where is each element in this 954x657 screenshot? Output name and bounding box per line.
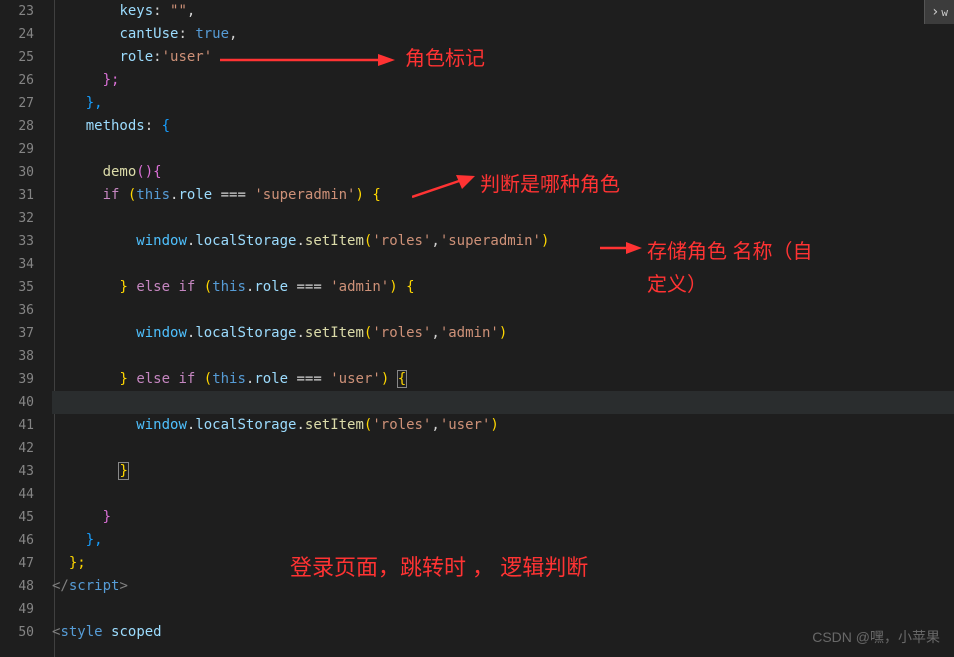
scroll-label: w bbox=[941, 6, 948, 19]
line-number: 41 bbox=[8, 414, 34, 437]
code-line[interactable]: }; bbox=[52, 552, 954, 575]
code-line[interactable]: window.localStorage.setItem('roles','sup… bbox=[52, 230, 954, 253]
code-line[interactable]: keys: "", bbox=[52, 0, 954, 23]
code-line[interactable] bbox=[52, 437, 954, 460]
code-line[interactable]: } bbox=[52, 506, 954, 529]
code-line[interactable]: methods: { bbox=[52, 115, 954, 138]
line-number: 31 bbox=[8, 184, 34, 207]
code-line[interactable] bbox=[52, 138, 954, 161]
line-number: 40 bbox=[8, 391, 34, 414]
line-number: 24 bbox=[8, 23, 34, 46]
line-number: 29 bbox=[8, 138, 34, 161]
line-number: 23 bbox=[8, 0, 34, 23]
code-line[interactable]: } bbox=[52, 460, 954, 483]
code-line[interactable]: demo(){ bbox=[52, 161, 954, 184]
scroll-tab-button[interactable]: › w bbox=[924, 0, 954, 24]
code-line[interactable] bbox=[52, 598, 954, 621]
line-number: 28 bbox=[8, 115, 34, 138]
code-line[interactable]: cantUse: true, bbox=[52, 23, 954, 46]
line-number: 37 bbox=[8, 322, 34, 345]
code-line[interactable] bbox=[52, 299, 954, 322]
code-line[interactable]: window.localStorage.setItem('roles','adm… bbox=[52, 322, 954, 345]
line-number: 26 bbox=[8, 69, 34, 92]
line-number: 32 bbox=[8, 207, 34, 230]
line-number: 25 bbox=[8, 46, 34, 69]
code-line[interactable]: } else if (this.role === 'user') { bbox=[52, 368, 954, 391]
line-number: 45 bbox=[8, 506, 34, 529]
watermark: CSDN @嘿，小苹果 bbox=[812, 627, 940, 647]
code-line[interactable]: window.localStorage.setItem('roles','use… bbox=[52, 414, 954, 437]
code-line[interactable] bbox=[52, 345, 954, 368]
line-number: 39 bbox=[8, 368, 34, 391]
line-number: 34 bbox=[8, 253, 34, 276]
code-line[interactable]: if (this.role === 'superadmin') { bbox=[52, 184, 954, 207]
code-area[interactable]: keys: "", cantUse: true, role:'user' }; … bbox=[48, 0, 954, 657]
code-editor[interactable]: 23 24 25 26 27 28 29 30 31 32 33 34 35 3… bbox=[0, 0, 954, 657]
chevron-right-icon: › bbox=[931, 4, 939, 20]
code-line[interactable] bbox=[52, 483, 954, 506]
code-line[interactable]: </script> bbox=[52, 575, 954, 598]
code-line-active[interactable] bbox=[52, 391, 954, 414]
line-number: 30 bbox=[8, 161, 34, 184]
line-number: 46 bbox=[8, 529, 34, 552]
line-number: 35 bbox=[8, 276, 34, 299]
line-number: 50 bbox=[8, 621, 34, 644]
code-line[interactable]: }, bbox=[52, 529, 954, 552]
line-number: 43 bbox=[8, 460, 34, 483]
line-number-gutter: 23 24 25 26 27 28 29 30 31 32 33 34 35 3… bbox=[0, 0, 48, 657]
line-number: 44 bbox=[8, 483, 34, 506]
line-number: 36 bbox=[8, 299, 34, 322]
line-number: 49 bbox=[8, 598, 34, 621]
code-line[interactable]: }; bbox=[52, 69, 954, 92]
code-line[interactable]: } else if (this.role === 'admin') { bbox=[52, 276, 954, 299]
code-line[interactable] bbox=[52, 207, 954, 230]
line-number: 42 bbox=[8, 437, 34, 460]
code-line[interactable] bbox=[52, 253, 954, 276]
line-number: 27 bbox=[8, 92, 34, 115]
line-number: 33 bbox=[8, 230, 34, 253]
line-number: 38 bbox=[8, 345, 34, 368]
line-number: 47 bbox=[8, 552, 34, 575]
line-number: 48 bbox=[8, 575, 34, 598]
code-line[interactable]: role:'user' bbox=[52, 46, 954, 69]
code-line[interactable]: }, bbox=[52, 92, 954, 115]
